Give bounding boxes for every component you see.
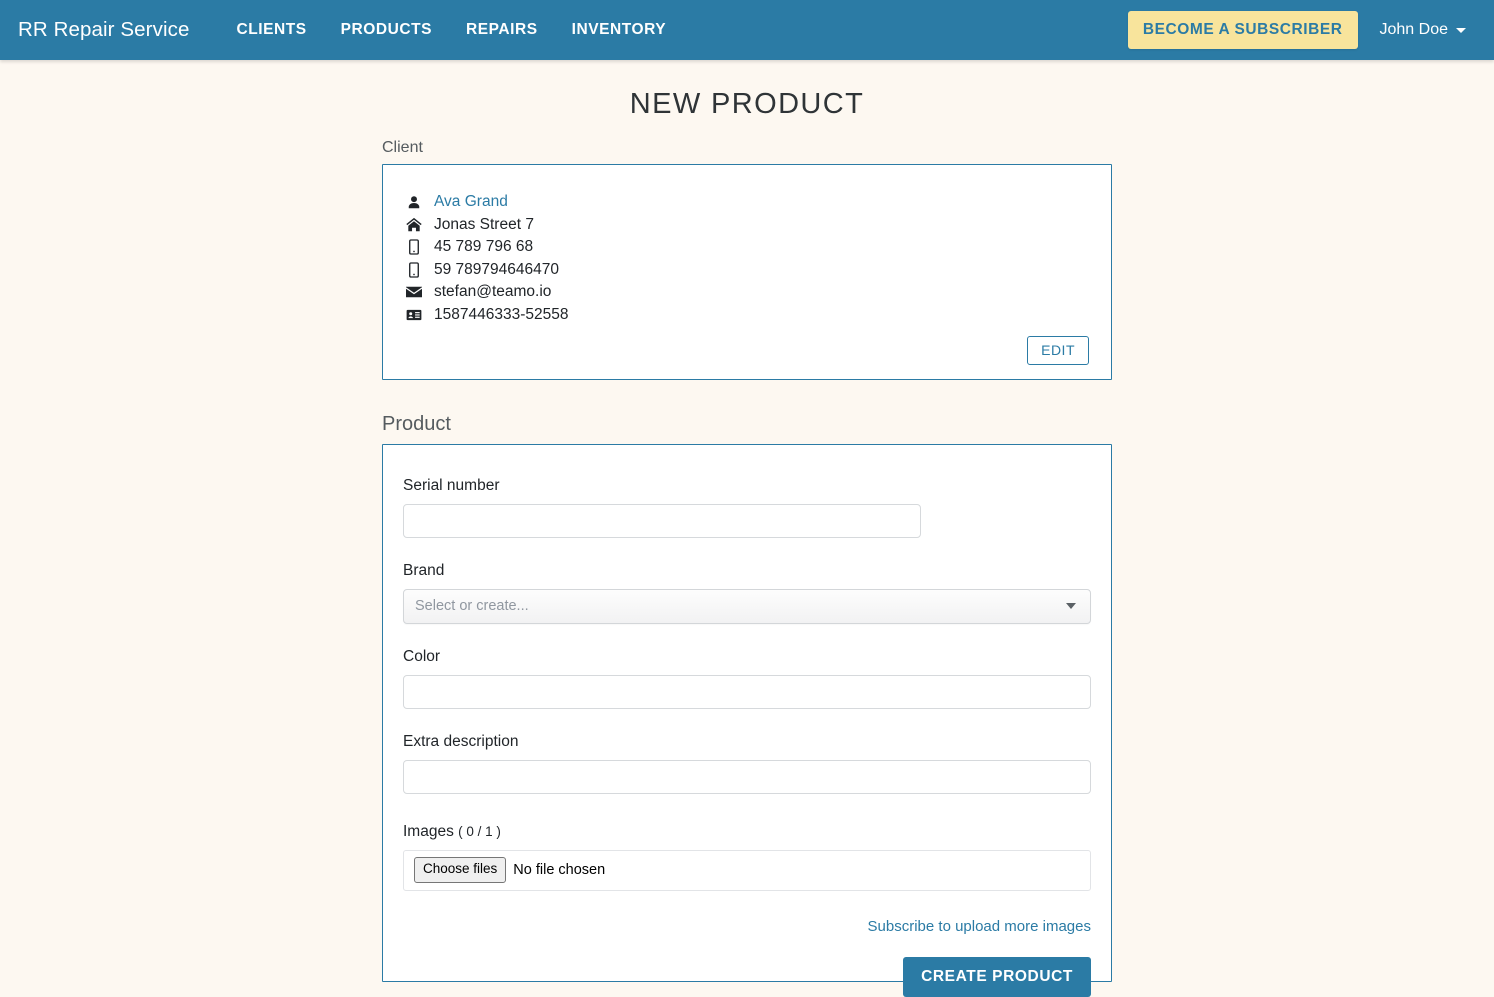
brand-field: Brand Select or create... xyxy=(403,562,1091,624)
home-icon xyxy=(405,217,423,232)
page-title: NEW PRODUCT xyxy=(0,88,1494,121)
client-email-text: stefan@teamo.io xyxy=(434,281,551,303)
navbar-right-group: BECOME A SUBSCRIBER John Doe xyxy=(1128,11,1478,50)
brand-select-value: Select or create... xyxy=(415,598,529,614)
product-section-label: Product xyxy=(382,413,1112,436)
client-id-row: 1587446333-52558 xyxy=(405,304,1089,326)
client-id-text: 1587446333-52558 xyxy=(434,304,568,326)
field-gap xyxy=(403,624,1091,648)
mobile-icon xyxy=(405,262,423,278)
user-menu[interactable]: John Doe xyxy=(1358,21,1479,39)
color-field: Color xyxy=(403,648,1091,709)
user-icon xyxy=(405,195,423,210)
client-phone-row-1: 45 789 796 68 xyxy=(405,236,1089,258)
brand-logo[interactable]: RR Repair Service xyxy=(18,18,189,42)
color-label: Color xyxy=(403,648,1091,666)
envelope-icon xyxy=(405,286,423,298)
chevron-down-icon xyxy=(1066,603,1076,609)
color-input[interactable] xyxy=(403,675,1091,709)
choose-files-button[interactable]: Choose files xyxy=(414,857,506,882)
main-content: Client Ava Grand Jonas Street 7 45 789 7… xyxy=(382,121,1112,982)
extra-description-label: Extra description xyxy=(403,733,1091,751)
client-section-label: Client xyxy=(382,139,1112,157)
subscribe-upload-more-link[interactable]: Subscribe to upload more images xyxy=(868,918,1091,935)
field-gap xyxy=(403,794,1091,823)
brand-label: Brand xyxy=(403,562,1091,580)
nav-link-clients[interactable]: CLIENTS xyxy=(219,21,323,39)
client-address-row: Jonas Street 7 xyxy=(405,214,1089,236)
client-email-row: stefan@teamo.io xyxy=(405,281,1089,303)
nav-link-products[interactable]: PRODUCTS xyxy=(324,21,449,39)
serial-number-input[interactable] xyxy=(403,504,921,538)
client-phone-text-1: 45 789 796 68 xyxy=(434,236,533,258)
client-edit-row: EDIT xyxy=(405,336,1089,365)
subscribe-row: Subscribe to upload more images xyxy=(403,918,1091,935)
client-name-link[interactable]: Ava Grand xyxy=(434,191,508,213)
file-input-box[interactable]: Choose files No file chosen xyxy=(403,850,1091,891)
field-gap xyxy=(403,709,1091,733)
become-a-subscriber-button[interactable]: BECOME A SUBSCRIBER xyxy=(1128,11,1358,50)
client-card: Ava Grand Jonas Street 7 45 789 796 68 5… xyxy=(382,164,1112,380)
extra-description-field: Extra description xyxy=(403,733,1091,794)
images-label: Images ( 0 / 1 ) xyxy=(403,823,1091,841)
nav-links: CLIENTS PRODUCTS REPAIRS INVENTORY xyxy=(219,21,683,39)
brand-select[interactable]: Select or create... xyxy=(403,589,1091,624)
images-count: ( 0 / 1 ) xyxy=(458,824,501,839)
client-phone-text-2: 59 789794646470 xyxy=(434,259,559,281)
product-card: Serial number Brand Select or create... … xyxy=(382,444,1112,982)
serial-number-label: Serial number xyxy=(403,477,1091,495)
field-gap xyxy=(403,538,1091,562)
user-menu-label: John Doe xyxy=(1380,21,1449,39)
client-name-row: Ava Grand xyxy=(405,191,1089,213)
extra-description-input[interactable] xyxy=(403,760,1091,794)
file-status-text: No file chosen xyxy=(513,862,605,878)
section-spacer xyxy=(382,380,1112,413)
edit-client-button[interactable]: EDIT xyxy=(1027,336,1089,365)
client-address-text: Jonas Street 7 xyxy=(434,214,534,236)
nav-link-inventory[interactable]: INVENTORY xyxy=(555,21,684,39)
mobile-icon xyxy=(405,239,423,255)
client-phone-row-2: 59 789794646470 xyxy=(405,259,1089,281)
chevron-down-icon xyxy=(1456,28,1466,33)
top-navbar: RR Repair Service CLIENTS PRODUCTS REPAI… xyxy=(0,0,1494,60)
create-product-button[interactable]: CREATE PRODUCT xyxy=(903,957,1091,997)
id-card-icon xyxy=(405,309,423,321)
images-field: Images ( 0 / 1 ) Choose files No file ch… xyxy=(403,823,1091,891)
nav-link-repairs[interactable]: REPAIRS xyxy=(449,21,555,39)
images-label-text: Images xyxy=(403,823,454,840)
serial-number-field: Serial number xyxy=(403,477,1091,538)
create-row: CREATE PRODUCT xyxy=(403,957,1091,997)
